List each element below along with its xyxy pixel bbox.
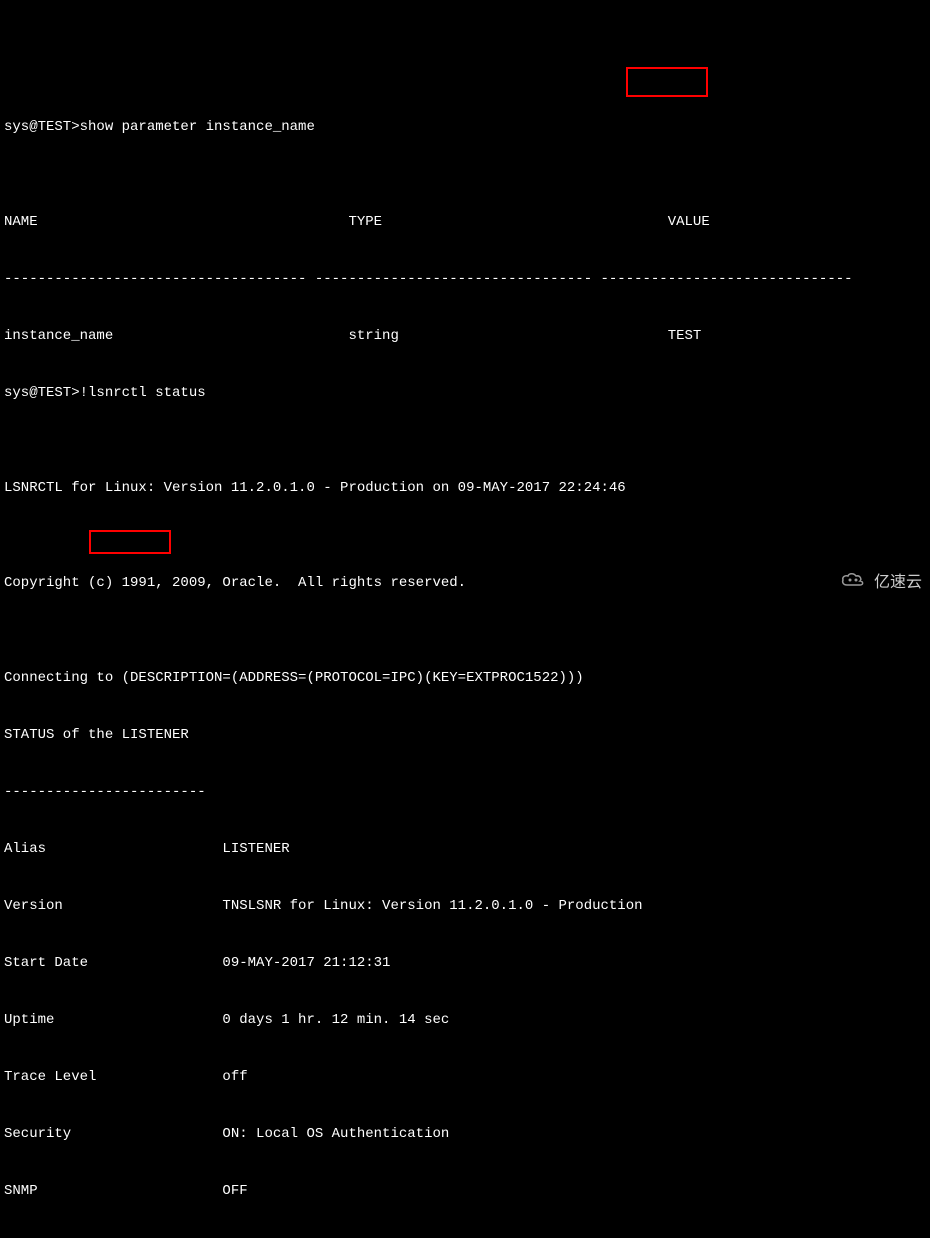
cloud-icon bbox=[822, 552, 868, 613]
terminal-output: sys@TEST>show parameter instance_name NA… bbox=[4, 80, 926, 1238]
terminal-line: SNMP OFF bbox=[4, 1182, 926, 1201]
terminal-line: Trace Level off bbox=[4, 1068, 926, 1087]
terminal-line: Uptime 0 days 1 hr. 12 min. 14 sec bbox=[4, 1011, 926, 1030]
terminal-line: ------------------------------------ ---… bbox=[4, 270, 926, 289]
terminal-line: Version TNSLSNR for Linux: Version 11.2.… bbox=[4, 897, 926, 916]
terminal-line: Start Date 09-MAY-2017 21:12:31 bbox=[4, 954, 926, 973]
terminal-line: LSNRCTL for Linux: Version 11.2.0.1.0 - … bbox=[4, 479, 926, 498]
terminal-line: Alias LISTENER bbox=[4, 840, 926, 859]
terminal-line: NAME TYPE VALUE bbox=[4, 213, 926, 232]
watermark: 亿速云 bbox=[822, 552, 922, 613]
terminal-line: instance_name string TEST bbox=[4, 327, 926, 346]
terminal-line: STATUS of the LISTENER bbox=[4, 726, 926, 745]
terminal-line: sys@TEST>show parameter instance_name bbox=[4, 118, 926, 137]
terminal-line: Connecting to (DESCRIPTION=(ADDRESS=(PRO… bbox=[4, 669, 926, 688]
terminal-line: sys@TEST>!lsnrctl status bbox=[4, 384, 926, 403]
watermark-text: 亿速云 bbox=[874, 573, 922, 592]
terminal-line: Security ON: Local OS Authentication bbox=[4, 1125, 926, 1144]
terminal-line: ------------------------ bbox=[4, 783, 926, 802]
terminal-line: Copyright (c) 1991, 2009, Oracle. All ri… bbox=[4, 574, 926, 593]
